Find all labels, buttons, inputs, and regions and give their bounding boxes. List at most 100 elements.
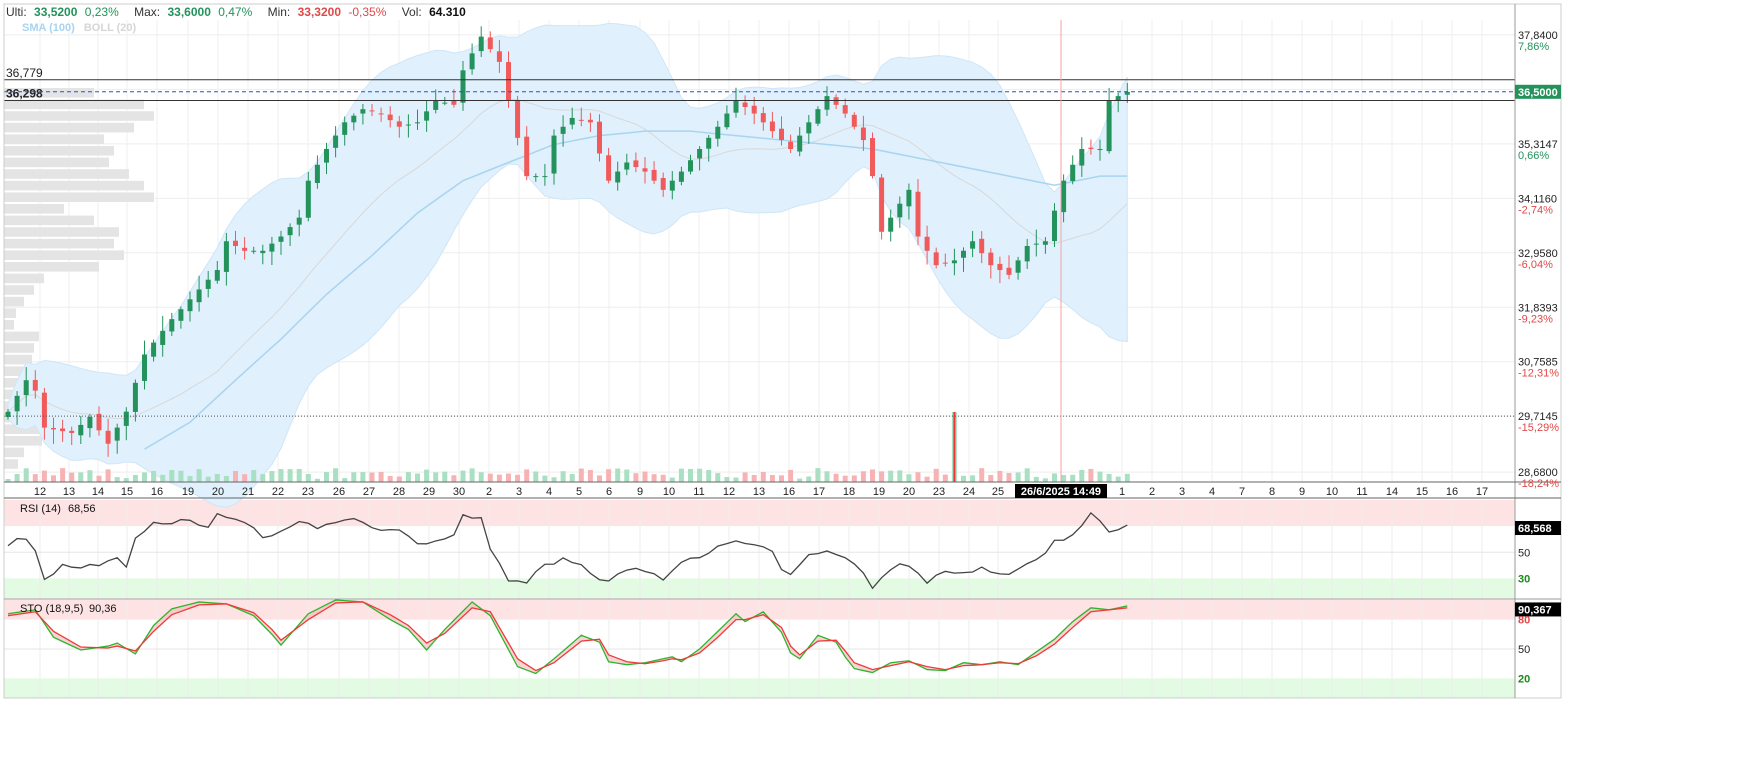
candle-body [442, 102, 448, 104]
candle[interactable] [815, 106, 821, 126]
candle-body [1042, 241, 1048, 245]
candle-body [915, 191, 921, 237]
candle-body [324, 148, 329, 163]
candle-body [415, 122, 420, 124]
candle-body [779, 128, 784, 141]
volume-bar [114, 477, 120, 482]
volume-bar [915, 472, 921, 482]
date-tick-label: 16 [783, 486, 795, 498]
candle[interactable] [1106, 88, 1112, 154]
volume-bar [442, 471, 448, 482]
volume-bar [415, 473, 420, 482]
volume-bar [779, 475, 784, 482]
volume-profile-bar [4, 436, 42, 446]
candle-body [587, 119, 593, 123]
volume-bar [642, 471, 648, 482]
volume-bar [433, 472, 439, 482]
candle-body [151, 342, 157, 357]
volume-bar [14, 474, 20, 482]
candle-body [1033, 243, 1039, 245]
candle-body [706, 137, 712, 149]
rsi-level-30: 30 [1518, 573, 1530, 585]
volume-bar [551, 477, 557, 482]
date-tick-label: 6 [606, 486, 612, 498]
volume-bar [824, 471, 830, 482]
candle-body [251, 250, 257, 252]
volume-bar [369, 472, 375, 482]
candle-body [924, 236, 930, 251]
volume-bar [233, 470, 238, 482]
volume-bar [187, 476, 193, 482]
price-tick-pct: -9,23% [1518, 313, 1553, 325]
volume-bar [1070, 474, 1076, 482]
volume-profile-bar [4, 331, 39, 342]
candle-body [997, 263, 1003, 271]
candle-body [824, 96, 830, 110]
candle-body [105, 430, 111, 444]
candle-body [951, 260, 957, 264]
volume-bar [251, 470, 257, 482]
volume-bar [41, 470, 47, 482]
candle-body [733, 100, 739, 113]
date-tick-label: 10 [1326, 486, 1338, 498]
date-tick-label: 26 [333, 486, 345, 498]
volume-spike [953, 412, 956, 482]
volume-bar [142, 472, 147, 482]
date-tick-label: 13 [63, 486, 75, 498]
volume-bar [360, 472, 366, 482]
volume-bar [606, 469, 612, 482]
stock-chart[interactable]: 36,77936,298 37,84007,86%36,555535,31470… [0, 0, 1749, 782]
volume-bar [96, 475, 102, 482]
volume-bar [396, 476, 402, 482]
date-tick-label: 9 [1299, 486, 1305, 498]
candle-body [797, 135, 803, 152]
price-tick-pct: -15,29% [1518, 422, 1559, 434]
candle-body [788, 141, 794, 149]
volume-profile-bar [4, 343, 34, 353]
candle-body [560, 126, 566, 134]
volume-bar [1079, 469, 1085, 482]
volume-bar [178, 470, 184, 482]
date-tick-label: 23 [933, 486, 945, 498]
candle-body [933, 252, 939, 266]
candle[interactable] [870, 132, 875, 179]
volume-bar [1088, 468, 1094, 482]
price-tick-pct: -18,24% [1518, 478, 1559, 490]
candle-body [1115, 96, 1121, 101]
volume-profile-bar [4, 192, 154, 202]
candle[interactable] [879, 174, 885, 240]
volume-bar [87, 470, 93, 482]
candle-body [260, 250, 266, 254]
candle-body [187, 299, 193, 312]
bollinger-band-fill [7, 22, 1128, 508]
candle-body [233, 240, 238, 247]
volume-bar [506, 473, 511, 482]
volume-profile-bar [4, 296, 24, 307]
volume-bar [697, 468, 703, 482]
date-tick-label: 22 [272, 486, 284, 498]
date-tick-label: 19 [873, 486, 885, 498]
candle-body [60, 428, 66, 432]
volume-profile-bar [4, 250, 124, 260]
candle-body [460, 70, 466, 103]
sma-legend[interactable]: SMA (100) [22, 22, 75, 34]
date-tick-label: 13 [753, 486, 765, 498]
date-tick-label: 7 [1239, 486, 1245, 498]
volume-profile-bar [4, 447, 24, 458]
candle[interactable] [1070, 155, 1076, 185]
candle[interactable] [888, 209, 894, 242]
resistance-label: 36,779 [6, 66, 43, 80]
date-tick-label: 16 [1446, 486, 1458, 498]
candle-body [333, 135, 339, 148]
volume-profile-bar [4, 273, 44, 284]
candle-body [888, 217, 894, 232]
volume-bar [788, 469, 794, 482]
volume-bar [578, 468, 584, 482]
date-tick-label: 15 [121, 486, 133, 498]
price-tick-pct: -2,74% [1518, 204, 1553, 216]
boll-legend[interactable]: BOLL (20) [84, 22, 136, 34]
volume-bar [51, 475, 56, 482]
date-tick-label: 4 [1209, 486, 1215, 498]
volume-bar [1097, 471, 1103, 482]
volume-bar [797, 478, 803, 482]
